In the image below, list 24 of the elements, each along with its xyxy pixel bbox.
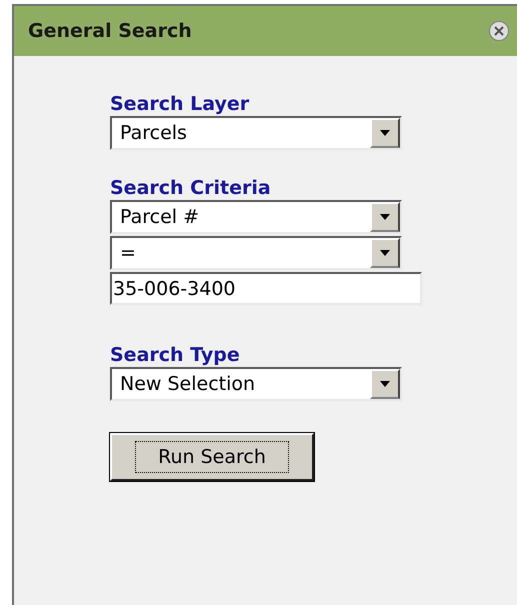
section-label: Search Type: [110, 343, 241, 367]
dropdown[interactable]: Parcel #: [110, 200, 402, 234]
dropdown-value: Parcels: [119, 120, 188, 146]
dropdown[interactable]: New Selection: [110, 367, 402, 401]
input-field[interactable]: 35-006-3400: [110, 272, 422, 305]
caret-down-icon: [380, 250, 390, 256]
dropdown[interactable]: Parcels: [110, 116, 402, 150]
dropdown-arrow-button[interactable]: [370, 118, 400, 148]
section-label: Search Criteria: [110, 176, 272, 200]
close-button[interactable]: [489, 21, 509, 41]
dropdown-value: New Selection: [119, 372, 256, 397]
caret-down-icon: [380, 130, 390, 136]
dropdown-value: =: [119, 240, 137, 266]
dropdown-arrow-button[interactable]: [370, 369, 400, 399]
dropdown-value: Parcel #: [119, 204, 200, 230]
run-search-button[interactable]: Run Search: [110, 433, 314, 481]
close-icon: [494, 26, 504, 36]
dropdown[interactable]: =: [110, 236, 402, 270]
caret-down-icon: [380, 214, 390, 220]
panel-title: General Search: [28, 18, 192, 44]
dropdown-arrow-button[interactable]: [370, 238, 400, 268]
section-label: Search Layer: [110, 92, 250, 116]
caret-down-icon: [380, 381, 390, 387]
dropdown-arrow-button[interactable]: [370, 202, 400, 232]
